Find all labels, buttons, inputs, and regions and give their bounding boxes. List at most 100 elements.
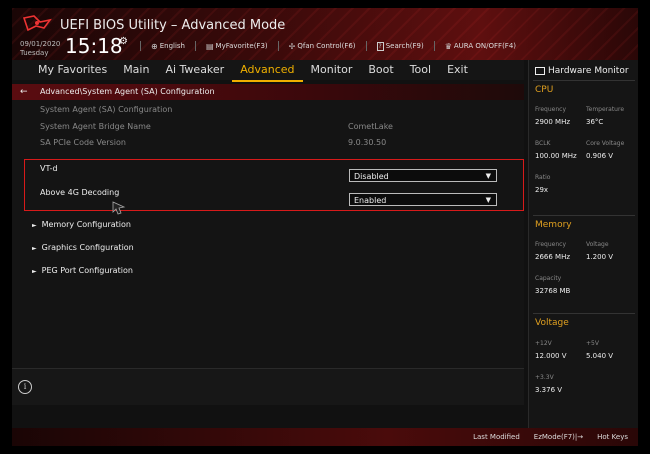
last-modified-button[interactable]: Last Modified: [473, 433, 520, 441]
info-icon: i: [18, 380, 32, 394]
favorite-icon: ▤: [205, 41, 214, 51]
ezmode-button[interactable]: EzMode(F7)|→: [534, 433, 583, 441]
help-bar: i: [12, 368, 524, 405]
cpu-frequency-label: Frequency: [535, 106, 566, 113]
back-arrow-icon[interactable]: ←: [20, 84, 28, 100]
memory-capacity-label: Capacity: [535, 275, 562, 282]
voltage-3v3-value: 3.376 V: [535, 386, 563, 394]
submenu-label: Memory Configuration: [41, 220, 131, 229]
submenu-memory-configuration[interactable]: ► Memory Configuration: [32, 220, 131, 229]
day-text: Tuesday: [20, 49, 49, 57]
myfavorite-button[interactable]: ▤ MyFavorite(F3): [206, 41, 268, 51]
bios-window: UEFI BIOS Utility – Advanced Mode 09/01/…: [12, 8, 638, 446]
setting-row-vtd[interactable]: VT-d: [40, 164, 58, 173]
above4g-value: Enabled: [354, 196, 387, 205]
cpu-bclk-label: BCLK: [535, 140, 551, 147]
mouse-cursor-icon: [112, 201, 126, 215]
memory-voltage-label: Voltage: [586, 241, 609, 248]
setting-row-above-4g[interactable]: Above 4G Decoding: [40, 188, 119, 197]
qfan-control-button[interactable]: ✢ Qfan Control(F6): [289, 41, 356, 51]
cpu-temperature-value: 36°C: [586, 118, 604, 126]
chevron-right-icon: ►: [32, 268, 37, 275]
hot-keys-button[interactable]: Hot Keys: [597, 433, 628, 441]
memory-frequency-value: 2666 MHz: [535, 253, 571, 261]
monitor-icon: [535, 66, 545, 75]
cpu-section-title: CPU: [535, 85, 554, 95]
aura-label: AURA ON/OFF(F4): [453, 42, 517, 50]
memory-voltage-value: 1.200 V: [586, 253, 614, 261]
separator: [533, 80, 635, 81]
memory-capacity-value: 32768 MB: [535, 287, 571, 295]
cpu-bclk-value: 100.00 MHz: [535, 152, 577, 160]
voltage-3v3-label: +3.3V: [535, 374, 554, 381]
vtd-label: VT-d: [40, 164, 58, 173]
row-label: System Agent Bridge Name: [40, 122, 151, 131]
main-menu: My Favorites Main Ai Tweaker Advanced Mo…: [12, 60, 524, 82]
memory-section-title: Memory: [535, 220, 572, 230]
myfavorite-label: MyFavorite(F3): [215, 42, 268, 50]
chevron-down-icon: ▼: [485, 172, 491, 180]
header-toolbar: ⊕ English ▤ MyFavorite(F3) ✢ Qfan Contro…: [140, 41, 516, 51]
chevron-down-icon: ▼: [485, 196, 491, 204]
search-label: Search(F9): [385, 42, 424, 50]
tab-tool[interactable]: Tool: [402, 60, 439, 80]
submenu-label: Graphics Configuration: [41, 243, 134, 252]
breadcrumb: ← Advanced\System Agent (SA) Configurati…: [12, 84, 524, 100]
above4g-label: Above 4G Decoding: [40, 188, 120, 197]
separator: [533, 215, 635, 216]
chevron-right-icon: ►: [32, 222, 37, 229]
info-row-bridge-name: System Agent Bridge Name CometLake: [40, 122, 393, 131]
tab-exit[interactable]: Exit: [439, 60, 476, 80]
divider: [140, 41, 141, 51]
qfan-label: Qfan Control(F6): [297, 42, 356, 50]
aura-button[interactable]: ♛ AURA ON/OFF(F4): [445, 41, 516, 51]
tab-monitor[interactable]: Monitor: [303, 60, 361, 80]
memory-frequency-label: Frequency: [535, 241, 566, 248]
submenu-peg-port-configuration[interactable]: ► PEG Port Configuration: [32, 266, 133, 275]
cpu-temperature-label: Temperature: [586, 106, 625, 113]
row-value: CometLake: [348, 122, 393, 131]
tab-boot[interactable]: Boot: [360, 60, 401, 80]
settings-panel: System Agent (SA) Configuration System A…: [12, 100, 524, 368]
submenu-label: PEG Port Configuration: [41, 266, 133, 275]
info-row-sa-config: System Agent (SA) Configuration: [40, 105, 172, 114]
date-display: 09/01/2020 Tuesday: [20, 40, 60, 58]
search-icon: ?: [376, 41, 384, 51]
language-button[interactable]: ⊕ English: [151, 41, 185, 51]
submenu-graphics-configuration[interactable]: ► Graphics Configuration: [32, 243, 134, 252]
voltage-5v-value: 5.040 V: [586, 352, 614, 360]
date-text: 09/01/2020: [20, 40, 61, 48]
hardware-monitor-panel: Hardware Monitor CPU Frequency 2900 MHz …: [528, 60, 638, 428]
fan-icon: ✢: [288, 41, 296, 51]
cpu-core-voltage-label: Core Voltage: [586, 140, 625, 147]
voltage-12v-label: +12V: [535, 340, 552, 347]
voltage-12v-value: 12.000 V: [535, 352, 567, 360]
vtd-dropdown[interactable]: Disabled ▼: [349, 169, 497, 182]
tab-ai-tweaker[interactable]: Ai Tweaker: [157, 60, 232, 80]
tab-main[interactable]: Main: [115, 60, 157, 80]
row-value: 9.0.30.50: [348, 138, 387, 147]
tab-my-favorites[interactable]: My Favorites: [12, 60, 115, 80]
row-label: SA PCIe Code Version: [40, 138, 126, 147]
aura-icon: ♛: [444, 41, 452, 51]
breadcrumb-path: Advanced\System Agent (SA) Configuration: [40, 87, 215, 96]
footer-bar: Last Modified EzMode(F7)|→ Hot Keys: [12, 428, 638, 446]
search-button[interactable]: ? Search(F9): [376, 41, 424, 51]
rog-logo-icon: [22, 15, 52, 32]
info-row-pcie-version: SA PCIe Code Version 9.0.30.50: [40, 138, 386, 147]
tab-advanced[interactable]: Advanced: [232, 60, 303, 82]
divider: [365, 41, 367, 51]
separator: [533, 313, 635, 314]
footer-items: Last Modified EzMode(F7)|→ Hot Keys: [473, 433, 628, 441]
chevron-right-icon: ►: [32, 245, 37, 252]
language-label: English: [159, 42, 185, 50]
cpu-core-voltage-value: 0.906 V: [586, 152, 614, 160]
above4g-dropdown[interactable]: Enabled ▼: [349, 193, 497, 206]
voltage-section-title: Voltage: [535, 318, 569, 328]
app-title: UEFI BIOS Utility – Advanced Mode: [60, 18, 286, 33]
hw-title-text: Hardware Monitor: [548, 66, 629, 76]
row-label: System Agent (SA) Configuration: [40, 105, 173, 114]
cpu-ratio-label: Ratio: [535, 174, 551, 181]
gear-icon[interactable]: ⚙: [119, 36, 128, 47]
divider: [433, 41, 435, 51]
